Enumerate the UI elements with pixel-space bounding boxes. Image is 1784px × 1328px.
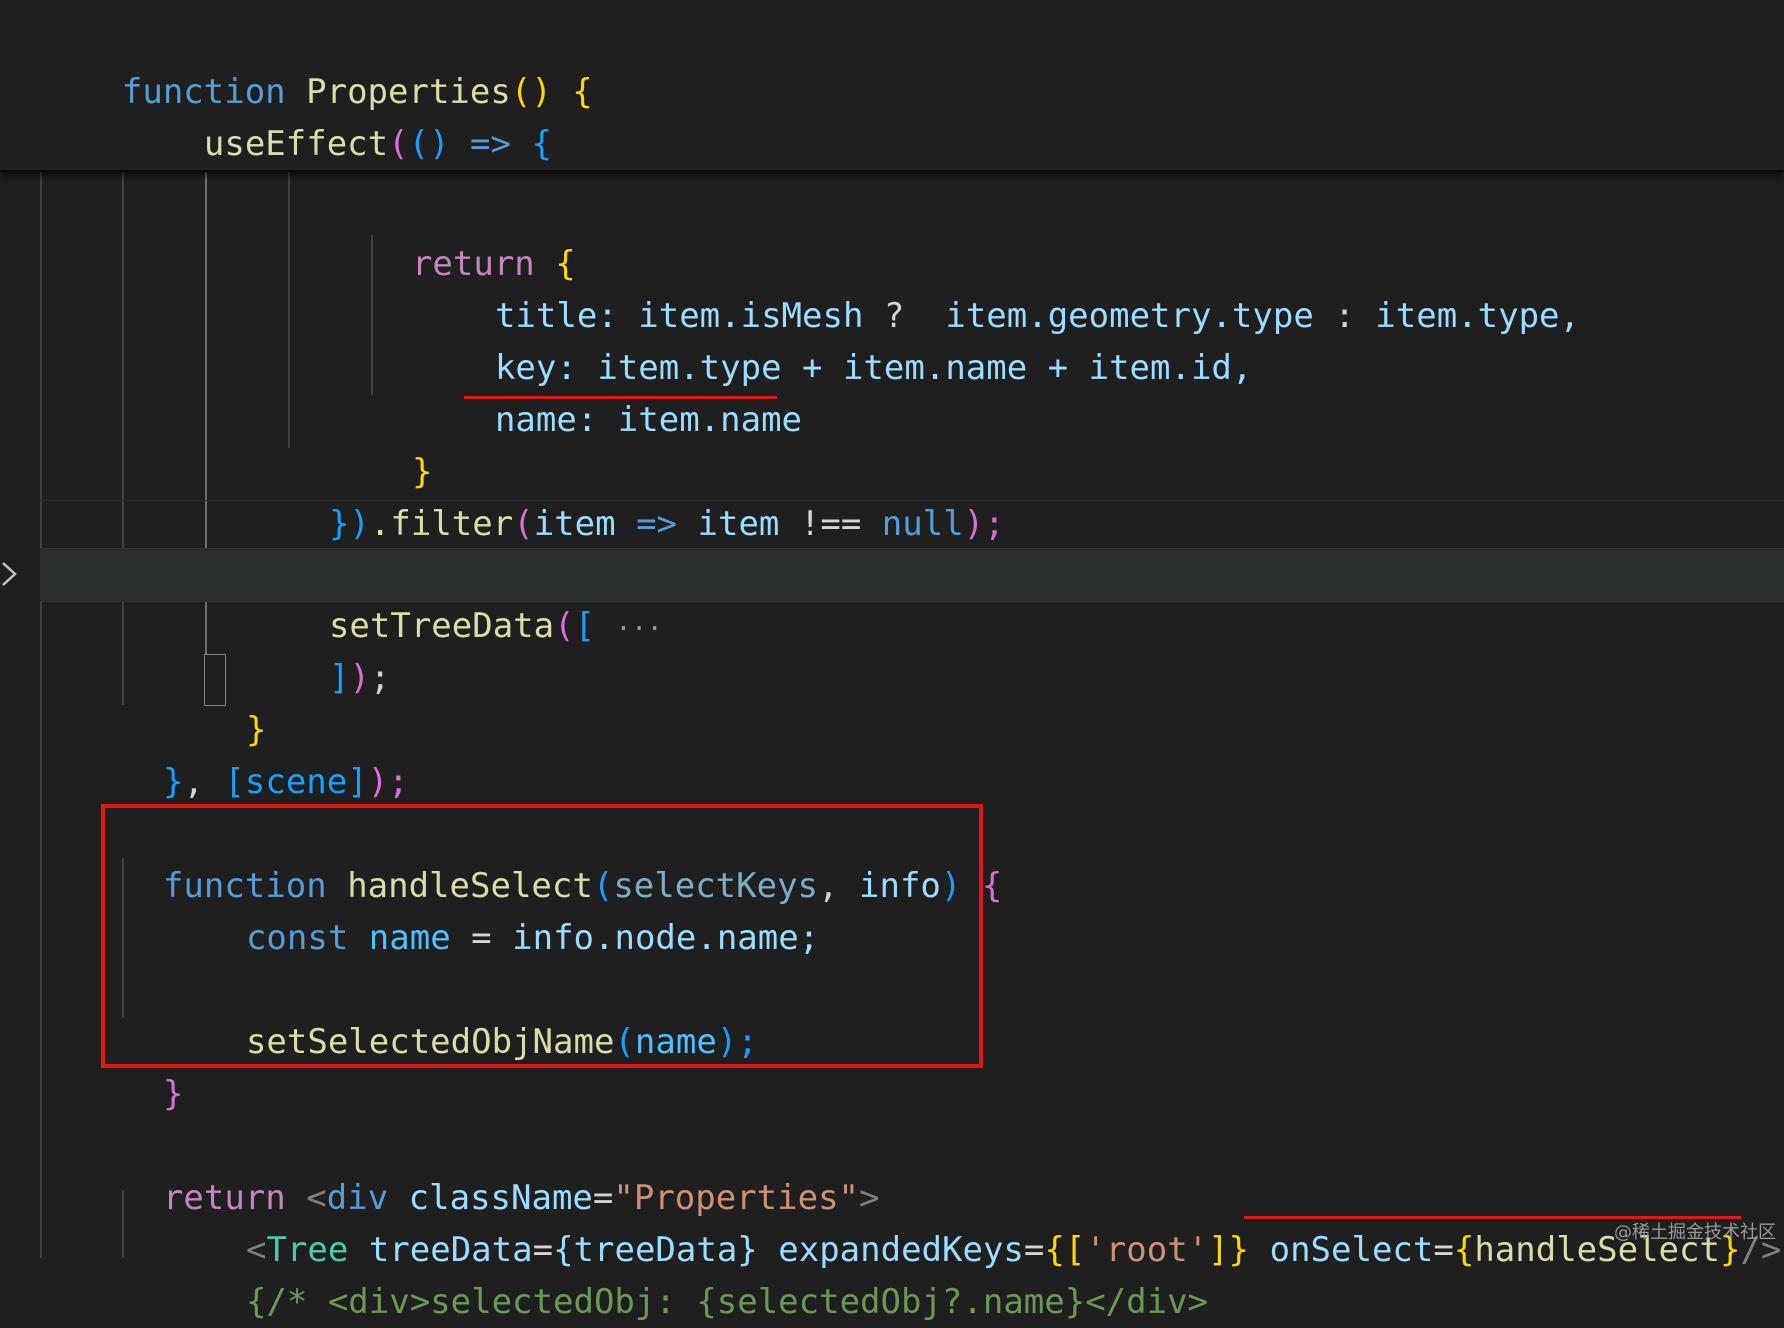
paren: ( [554, 606, 575, 646]
code-line: key: item.type + item.name + item.id, [454, 290, 1252, 388]
jsx-attribute: onSelect [1269, 1230, 1434, 1270]
folded-ellipsis[interactable]: ··· [616, 614, 663, 644]
keyword: const [245, 918, 349, 958]
brace: { [1453, 1230, 1475, 1270]
operator: = [1433, 1230, 1454, 1270]
code-line: }).filter(item => item !== null); [288, 446, 1005, 544]
code-line: } [205, 652, 266, 750]
fold-chevron-right-icon[interactable] [0, 560, 20, 588]
code-line: return { [371, 186, 576, 284]
brace: ]} [1208, 1230, 1250, 1270]
bracket: [ [574, 606, 596, 646]
code-line: useEffect(() => { [122, 66, 552, 164]
paren: ) [349, 658, 370, 698]
brace: { [981, 866, 1003, 906]
null-literal: null [881, 504, 964, 544]
comment: {/* <div>selectedObj: {selectedObj?.name… [245, 1282, 1209, 1322]
brace: } [162, 1074, 184, 1114]
function-call: setSelectedObjName [245, 1022, 615, 1062]
paren: ); [716, 1022, 758, 1062]
code-line: function Properties() { [40, 14, 593, 112]
operator: !== [799, 504, 862, 544]
comma: , [818, 866, 839, 906]
deps-array: [scene] [224, 762, 368, 802]
code-line: function handleSelect(selectKeys, info) … [122, 808, 1002, 906]
variable: name [368, 918, 451, 958]
paren: ( [513, 504, 534, 544]
annotation-underline [464, 396, 777, 399]
expression: info.node.name; [512, 918, 820, 958]
code-line: }, [scene]); [122, 704, 409, 802]
operator: = [471, 918, 492, 958]
paren: ); [963, 504, 1005, 544]
code-line: const tree = scene.children.map(item => … [288, 118, 1209, 170]
variable: item [697, 504, 780, 544]
object-key: name: [494, 400, 598, 440]
param: item [533, 504, 616, 544]
arrow: => [636, 504, 678, 544]
indent-guide [288, 170, 290, 448]
bracket: ] [328, 658, 350, 698]
code-line: return <div className="Properties"> [122, 1120, 880, 1218]
paren: ); [367, 762, 409, 802]
indent-guide [40, 170, 42, 1258]
code-line: } [371, 394, 432, 492]
indent-guide [122, 170, 124, 705]
brace: }) [328, 504, 370, 544]
code-line: ]); [288, 600, 390, 698]
expression: item.name [617, 400, 803, 440]
method: .filter [369, 504, 514, 544]
operator: : [1334, 296, 1355, 336]
watermark: @稀土掘金技术社区 [1614, 1222, 1776, 1243]
code-line: const name = info.node.name; [205, 860, 819, 958]
code-line: setSelectedObjName(name); [205, 964, 758, 1062]
comma: , [183, 762, 204, 802]
param: info [859, 866, 941, 906]
code-line-folded[interactable]: setTreeData([ ··· [288, 548, 663, 646]
brace: } [162, 762, 184, 802]
brace: { [572, 72, 593, 112]
sticky-scroll-header[interactable]: function Properties() { useEffect(() => … [0, 0, 1784, 172]
semicolon: ; [369, 658, 391, 698]
expression: item.type, [1375, 296, 1580, 336]
argument: name [634, 1022, 717, 1062]
code-line: } [122, 1016, 183, 1114]
code-line: name: item.name [454, 342, 802, 440]
code-line: title: item.isMesh ? item.geometry.type … [454, 238, 1580, 336]
paren: ) [940, 866, 962, 906]
paren: ( [614, 1022, 635, 1062]
code-line: {/* <div>selectedObj: {selectedObj?.name… [205, 1224, 1208, 1322]
